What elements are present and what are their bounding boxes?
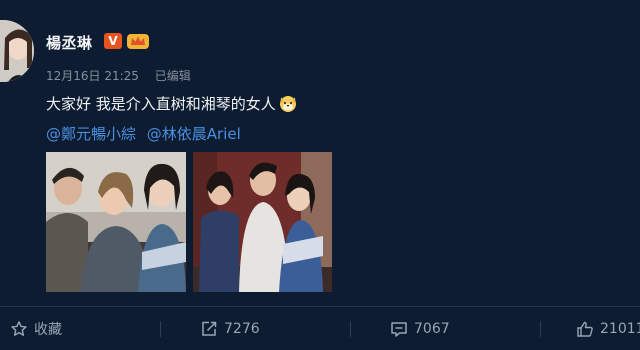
avatar[interactable] [0,20,34,82]
star-icon [10,320,28,338]
repost-icon [200,320,218,338]
action-separator [350,321,351,337]
edited-label[interactable]: 已编辑 [155,69,191,83]
mentions: @鄭元暢小綜 @林依晨Ariel [46,123,247,144]
comment-count: 7067 [414,320,450,337]
mention-link[interactable]: @林依晨Ariel [147,125,241,143]
dog-face-emoji-icon [278,93,298,113]
weibo-post: 楊丞琳 V 12月16日 21:25 已编辑 大家好 我是介入直树和湘琴的女人 … [0,0,640,350]
post-text: 大家好 我是介入直树和湘琴的女人 [46,93,298,114]
repost-button[interactable]: 7276 [200,307,260,350]
post-photo-1[interactable] [46,152,186,292]
post-body: 大家好 我是介入直树和湘琴的女人 [46,95,276,113]
username[interactable]: 楊丞琳 [46,32,93,53]
action-separator [540,321,541,337]
action-separator [160,321,161,337]
post-photo-2[interactable] [193,152,332,292]
avatar-image [0,20,34,82]
repost-count: 7276 [224,320,260,337]
post-meta: 12月16日 21:25 已编辑 [46,67,203,84]
mention-link[interactable]: @鄭元暢小綜 [46,125,136,143]
favorite-button[interactable]: 收藏 [10,307,62,350]
comment-button[interactable]: 7067 [390,307,450,350]
like-count: 21011 [600,320,640,337]
favorite-label: 收藏 [34,321,62,338]
action-bar: 收藏 7276 7067 21011 [0,307,640,350]
like-button[interactable]: 21011 [576,307,640,350]
comment-icon [390,320,408,338]
post-timestamp[interactable]: 12月16日 21:25 [46,69,139,83]
verified-badge-icon: V [104,33,122,49]
crown-badge-icon [126,32,150,50]
thumbs-up-icon [576,320,594,338]
